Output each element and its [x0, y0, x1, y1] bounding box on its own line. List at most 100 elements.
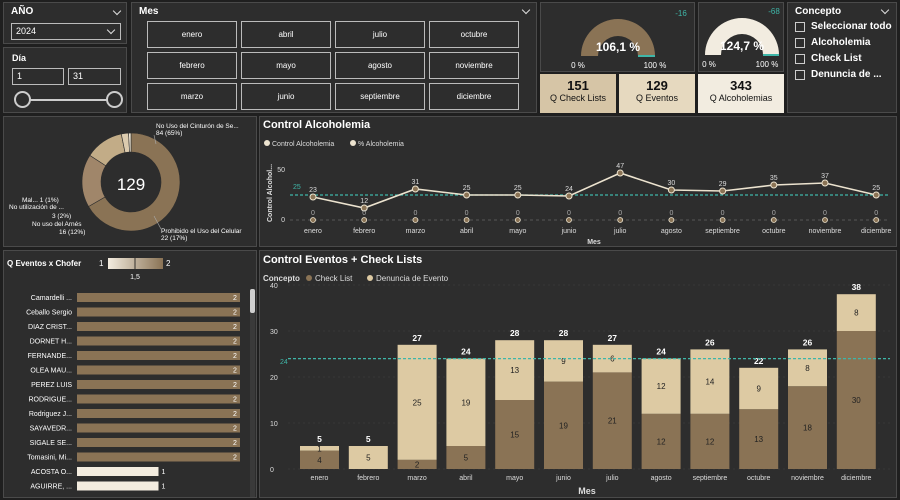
pct-alcoholemia-point-marzo[interactable]	[412, 217, 419, 223]
alcoholemia-point-mayo[interactable]	[514, 191, 522, 199]
gauge-2-min: 0 %	[702, 60, 716, 69]
eventos-ytick-30: 30	[270, 329, 278, 336]
gauge-panel-1: 106,1 % 0 % 100 % -16	[540, 2, 695, 72]
month-button-febrero[interactable]: febrero	[147, 52, 237, 79]
eventos-label-checklist: 21	[608, 417, 617, 426]
chofer-bar[interactable]	[77, 293, 240, 302]
concepto-filter-panel: Concepto Seleccionar todo Alcoholemia Ch…	[787, 2, 897, 113]
month-button-marzo[interactable]: marzo	[147, 83, 237, 110]
chofer-bar[interactable]	[77, 351, 240, 360]
chofer-bar[interactable]	[77, 365, 240, 375]
alcoholemia-xtick-marzo: marzo	[406, 228, 426, 235]
pct-alcoholemia-point-septiembre[interactable]	[719, 217, 726, 223]
chevron-down-icon[interactable]	[521, 5, 531, 15]
alcoholemia-point-octubre[interactable]	[770, 181, 778, 189]
concepto-option-alcoholemia[interactable]: Alcoholemia	[811, 37, 870, 48]
day-from-input[interactable]: 1	[12, 68, 64, 85]
chofer-bar[interactable]	[77, 409, 240, 418]
year-select[interactable]: 2024	[11, 23, 121, 40]
pct-alcoholemia-point-julio[interactable]	[617, 217, 624, 223]
alcoholemia-point-abril[interactable]	[463, 191, 471, 199]
chofer-name-label: Ceballo Sergio	[26, 310, 72, 317]
pct-alcoholemia-data-label: 0	[311, 210, 315, 217]
alcoholemia-data-label: 31	[412, 179, 420, 186]
month-button-junio[interactable]: junio	[241, 83, 331, 110]
chofer-bar[interactable]	[77, 307, 240, 317]
day-slider-track[interactable]	[22, 99, 114, 101]
eventos-total-label: 28	[510, 328, 520, 338]
chofer-bar[interactable]	[77, 452, 240, 462]
day-slider-handle-left[interactable]	[14, 91, 31, 108]
month-button-octubre[interactable]: octubre	[429, 21, 519, 48]
donut-chart: 129 No Uso del Cinturón de Se... 84 (65%…	[9, 123, 242, 242]
gauge-2-value: 124,7 %	[720, 39, 764, 53]
kpi-check-lists: 151 Q Check Lists	[540, 74, 616, 113]
alcoholemia-point-septiembre[interactable]	[719, 187, 727, 195]
alcoholemia-point-junio[interactable]	[565, 192, 573, 200]
pct-alcoholemia-point-octubre[interactable]	[770, 217, 777, 223]
pct-alcoholemia-point-diciembre[interactable]	[873, 217, 880, 223]
chofer-bar[interactable]	[77, 423, 240, 433]
chofer-bar[interactable]	[77, 336, 240, 346]
pct-alcoholemia-point-abril[interactable]	[463, 217, 470, 223]
eventos-label-denuncia: 14	[705, 378, 714, 387]
month-button-noviembre[interactable]: noviembre	[429, 52, 519, 79]
pct-alcoholemia-point-mayo[interactable]	[514, 217, 521, 223]
chevron-down-icon[interactable]	[880, 5, 890, 15]
chofer-bar[interactable]	[77, 394, 240, 404]
chofer-bar[interactable]	[77, 322, 240, 331]
chofer-scrollbar-track[interactable]	[250, 289, 255, 497]
chevron-down-icon[interactable]	[112, 6, 122, 16]
month-button-septiembre[interactable]: septiembre	[335, 83, 425, 110]
kpi-alcoholemias-label: Q Alcoholemias	[709, 93, 773, 103]
eventos-ref-label: 24	[280, 359, 288, 366]
eventos-xtick-junio: junio	[555, 475, 571, 482]
chofer-bar[interactable]	[77, 481, 159, 491]
month-button-abril[interactable]: abril	[241, 21, 331, 48]
alcoholemia-point-diciembre[interactable]	[872, 191, 880, 199]
month-button-enero[interactable]: enero	[147, 21, 237, 48]
pct-alcoholemia-point-enero[interactable]	[310, 217, 316, 223]
concepto-checkbox-all[interactable]	[795, 22, 805, 32]
chofer-bar[interactable]	[77, 438, 240, 447]
pct-alcoholemia-point-noviembre[interactable]	[822, 217, 828, 223]
eventos-xtick-mayo: mayo	[506, 475, 523, 482]
day-slider-handle-right[interactable]	[106, 91, 123, 108]
pct-alcoholemia-point-junio[interactable]	[566, 217, 572, 223]
concepto-option-denuncia[interactable]: Denuncia de ...	[811, 69, 882, 80]
chofer-name-label: Tomasini, Mi...	[27, 455, 72, 462]
pct-alcoholemia-point-febrero[interactable]	[361, 217, 368, 223]
alcoholemia-point-julio[interactable]	[616, 169, 624, 177]
alcoholemia-point-noviembre[interactable]	[821, 179, 829, 187]
concepto-checkbox-checklist[interactable]	[795, 54, 805, 64]
day-to-input[interactable]: 31	[68, 68, 121, 85]
donut-label-left-2: No utilización de ...	[9, 204, 64, 211]
chofer-bar[interactable]	[77, 467, 159, 476]
eventos-total-label: 27	[412, 333, 422, 343]
eventos-stacked-bar-chart: Control Eventos + Check Lists Concepto C…	[263, 254, 890, 496]
eventos-label-checklist: 12	[657, 437, 666, 446]
eventos-label-checklist: 2	[415, 460, 420, 469]
chofer-panel: Q Eventos x Chofer 1 2 1,5 Camardelli ..…	[3, 250, 257, 498]
chofer-bar[interactable]	[77, 380, 240, 389]
alcoholemia-xtick-septiembre: septiembre	[705, 228, 740, 235]
year-filter-panel: AÑO 2024	[3, 2, 127, 44]
concepto-checkbox-denuncia[interactable]	[795, 70, 805, 80]
eventos-title: Control Eventos + Check Lists	[263, 254, 422, 266]
concepto-option-all[interactable]: Seleccionar todo	[811, 21, 892, 32]
month-button-julio[interactable]: julio	[335, 21, 425, 48]
month-button-mayo[interactable]: mayo	[241, 52, 331, 79]
alcoholemia-point-agosto[interactable]	[667, 186, 675, 194]
pct-alcoholemia-point-agosto[interactable]	[668, 217, 675, 223]
month-button-agosto[interactable]: agosto	[335, 52, 425, 79]
alcoholemia-title: Control Alcoholemia	[263, 119, 371, 131]
chofer-bar-value: 2	[233, 440, 237, 447]
month-button-diciembre[interactable]: diciembre	[429, 83, 519, 110]
eventos-label-checklist: 19	[559, 421, 568, 430]
chofer-scrollbar-thumb[interactable]	[250, 289, 255, 313]
alcoholemia-point-marzo[interactable]	[411, 185, 419, 193]
alcoholemia-point-enero[interactable]	[309, 193, 317, 201]
concepto-option-checklist[interactable]: Check List	[811, 53, 862, 64]
alcoholemia-legend-dot-2	[350, 140, 356, 146]
concepto-checkbox-alcoholemia[interactable]	[795, 38, 805, 48]
